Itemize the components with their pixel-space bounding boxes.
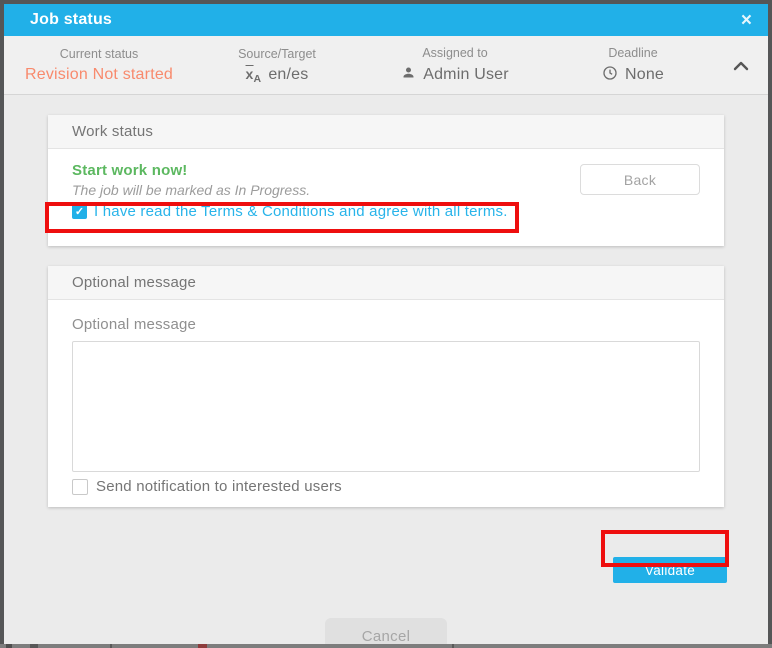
current-status-label: Current status: [60, 47, 139, 61]
dimmed-page-background: Job status × Current status Revision Not…: [0, 0, 772, 648]
dialog-body: Work status Start work now! The job will…: [4, 115, 768, 648]
notify-label[interactable]: Send notification to interested users: [96, 478, 342, 495]
deadline-column: Deadline None: [544, 36, 722, 94]
assignee-name: Admin User: [423, 66, 509, 84]
optional-message-header: Optional message: [48, 266, 724, 300]
assigned-to-label: Assigned to: [422, 46, 487, 60]
deadline-value: None: [602, 65, 664, 86]
page-strip-mark: [6, 644, 12, 648]
optional-message-field-label: Optional message: [72, 316, 700, 333]
job-summary-bar: Current status Revision Not started Sour…: [4, 36, 768, 95]
optional-message-section: Optional message Optional message Send n…: [48, 266, 724, 507]
work-status-section: Work status Start work now! The job will…: [48, 115, 724, 246]
terms-label[interactable]: I have read the Terms & Conditions and a…: [94, 203, 508, 220]
assigned-to-value: Admin User: [401, 65, 509, 85]
deadline-label: Deadline: [608, 46, 657, 60]
job-status-dialog: Job status × Current status Revision Not…: [4, 4, 768, 644]
work-status-header: Work status: [48, 115, 724, 149]
dialog-header: Job status ×: [4, 4, 768, 36]
page-strip-mark: [30, 644, 38, 648]
terms-checkbox-row[interactable]: ✓ I have read the Terms & Conditions and…: [72, 203, 700, 220]
back-button[interactable]: Back: [580, 164, 700, 195]
person-icon: [401, 65, 416, 85]
source-target-value: xA en/es: [246, 66, 309, 85]
validate-button[interactable]: Validate: [613, 557, 727, 583]
dialog-title: Job status: [30, 11, 112, 29]
terms-checkbox[interactable]: ✓: [72, 204, 87, 219]
notify-checkbox[interactable]: [72, 479, 88, 495]
underlying-page-strip: [0, 644, 772, 648]
source-target-column: Source/Target xA en/es: [188, 36, 366, 94]
work-status-body: Start work now! The job will be marked a…: [48, 149, 724, 246]
chevron-up-icon[interactable]: [731, 57, 751, 76]
assigned-to-column: Assigned to Admin User: [366, 36, 544, 94]
current-status-value: Revision Not started: [25, 66, 173, 84]
current-status-column: Current status Revision Not started: [10, 36, 188, 94]
optional-message-textarea[interactable]: [72, 341, 700, 472]
page-strip-mark: [110, 644, 112, 648]
close-icon[interactable]: ×: [741, 11, 752, 30]
translate-icon: xA: [246, 66, 262, 85]
notify-checkbox-row[interactable]: Send notification to interested users: [72, 478, 700, 495]
clock-icon: [602, 65, 618, 86]
language-pair: en/es: [268, 66, 308, 84]
deadline-text: None: [625, 66, 664, 84]
optional-message-body: Optional message Send notification to in…: [48, 300, 724, 507]
page-strip-mark: [198, 644, 207, 648]
source-target-label: Source/Target: [238, 47, 316, 61]
page-strip-mark: [452, 644, 454, 648]
